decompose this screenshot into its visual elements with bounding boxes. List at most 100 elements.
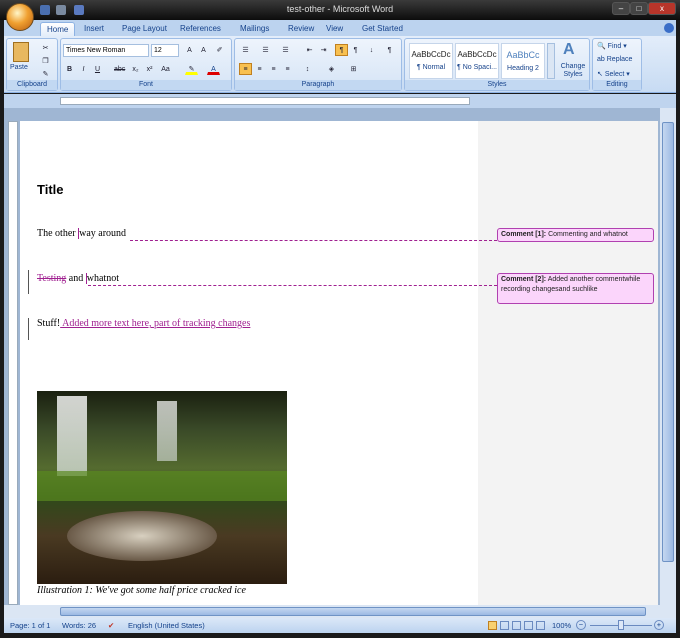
change-case-button[interactable]: Aa bbox=[159, 63, 172, 75]
minimize-button[interactable]: – bbox=[612, 2, 630, 15]
tab-get-started[interactable]: Get Started bbox=[356, 22, 409, 36]
shrink-font-icon[interactable]: A bbox=[197, 44, 210, 56]
style-normal[interactable]: AaBbCcDc ¶ Normal bbox=[409, 43, 453, 79]
print-layout-icon[interactable] bbox=[488, 621, 497, 630]
tab-insert[interactable]: Insert bbox=[78, 22, 110, 36]
status-bar: Page: 1 of 1 Words: 26 ✔ English (United… bbox=[4, 618, 676, 633]
font-family-select[interactable]: Times New Roman bbox=[63, 44, 149, 57]
word-count[interactable]: Words: 26 bbox=[62, 621, 96, 630]
horizontal-scroll-thumb[interactable] bbox=[60, 607, 646, 616]
style-preview: AaBbCcDc bbox=[457, 50, 497, 59]
maximize-button[interactable]: □ bbox=[630, 2, 648, 15]
multilevel-list-icon[interactable]: ☰ bbox=[279, 44, 292, 56]
decrease-indent-icon[interactable]: ⇤ bbox=[303, 44, 316, 56]
grow-font-icon[interactable]: A bbox=[183, 44, 196, 56]
font-color-icon[interactable]: A bbox=[207, 63, 220, 75]
undo-icon[interactable] bbox=[56, 5, 66, 15]
zoom-in-icon[interactable]: + bbox=[654, 620, 664, 630]
shading-icon[interactable]: ◈ bbox=[325, 63, 338, 75]
web-layout-icon[interactable] bbox=[512, 621, 521, 630]
text: and bbox=[66, 273, 86, 284]
tab-references[interactable]: References bbox=[174, 22, 227, 36]
underline-button[interactable]: U bbox=[91, 63, 104, 75]
center-icon[interactable]: ≡ bbox=[253, 63, 266, 75]
select-button[interactable]: ↖ Select ▾ bbox=[597, 70, 630, 78]
outline-icon[interactable] bbox=[524, 621, 533, 630]
tab-view[interactable]: View bbox=[320, 22, 349, 36]
styles-scroll[interactable] bbox=[547, 43, 555, 79]
document-title[interactable]: Title bbox=[37, 182, 64, 197]
copy-icon[interactable]: ❐ bbox=[39, 55, 52, 67]
font-size-select[interactable]: 12 bbox=[151, 44, 179, 57]
zoom-slider-thumb[interactable] bbox=[618, 620, 624, 630]
comment-2-leader bbox=[88, 285, 497, 286]
text: Stuff! bbox=[37, 318, 61, 329]
cut-icon[interactable]: ✂ bbox=[39, 42, 52, 54]
paragraph-2[interactable]: Testing and whatnot bbox=[37, 273, 119, 284]
moss bbox=[37, 471, 287, 501]
show-marks-icon[interactable]: ¶ bbox=[383, 44, 396, 56]
ribbon: Paste ✂ ❐ ✎ Clipboard Times New Roman 12… bbox=[4, 36, 676, 93]
paragraph-1[interactable]: The other way around bbox=[37, 228, 127, 239]
sort-icon[interactable]: ↓ bbox=[365, 44, 378, 56]
style-preview: AaBbCc bbox=[506, 50, 540, 60]
style-no-spacing[interactable]: AaBbCcDc ¶ No Spaci... bbox=[455, 43, 499, 79]
waterfall-image[interactable] bbox=[37, 391, 287, 584]
align-left-icon[interactable]: ≡ bbox=[239, 63, 252, 75]
comment-1[interactable]: Comment [1]: Commenting and whatnot bbox=[497, 228, 654, 242]
rtl-icon[interactable]: ¶ bbox=[349, 44, 362, 56]
subscript-button[interactable]: x₂ bbox=[129, 63, 142, 75]
bullets-icon[interactable]: ☰ bbox=[239, 44, 252, 56]
full-screen-icon[interactable] bbox=[500, 621, 509, 630]
office-button[interactable] bbox=[6, 3, 34, 31]
tab-review[interactable]: Review bbox=[282, 22, 320, 36]
borders-icon[interactable]: ⊞ bbox=[347, 63, 360, 75]
editing-label: Editing bbox=[593, 80, 641, 90]
align-right-icon[interactable]: ≡ bbox=[267, 63, 280, 75]
justify-icon[interactable]: ≡ bbox=[281, 63, 294, 75]
help-icon[interactable] bbox=[664, 23, 674, 33]
paragraph-3[interactable]: Stuff! Added more text here, part of tra… bbox=[37, 318, 250, 329]
highlight-icon[interactable]: ✎ bbox=[185, 63, 198, 75]
redo-icon[interactable] bbox=[74, 5, 84, 15]
ltr-icon[interactable]: ¶ bbox=[335, 44, 348, 56]
close-button[interactable]: x bbox=[648, 2, 676, 15]
line-spacing-icon[interactable]: ↕ bbox=[301, 63, 314, 75]
superscript-button[interactable]: x² bbox=[143, 63, 156, 75]
style-heading-2[interactable]: AaBbCc Heading 2 bbox=[501, 43, 545, 79]
image-caption[interactable]: Illustration 1: We've got some half pric… bbox=[37, 585, 246, 596]
numbering-icon[interactable]: ☰ bbox=[259, 44, 272, 56]
change-bar bbox=[28, 318, 29, 340]
zoom-out-icon[interactable]: − bbox=[576, 620, 586, 630]
find-button[interactable]: 🔍 Find ▾ bbox=[597, 42, 627, 50]
save-icon[interactable] bbox=[40, 5, 50, 15]
change-bar bbox=[28, 270, 29, 294]
language[interactable]: English (United States) bbox=[128, 621, 205, 630]
vertical-scroll-thumb[interactable] bbox=[662, 122, 674, 562]
tab-mailings[interactable]: Mailings bbox=[234, 22, 275, 36]
comment-2[interactable]: Comment [2]: Added another commentwhile … bbox=[497, 273, 654, 304]
proofing-icon[interactable]: ✔ bbox=[108, 621, 114, 630]
strikethrough-button[interactable]: abc bbox=[113, 63, 126, 75]
change-styles-button[interactable]: Change Styles bbox=[557, 63, 589, 79]
page-count[interactable]: Page: 1 of 1 bbox=[10, 621, 50, 630]
replace-button[interactable]: ab Replace bbox=[597, 56, 632, 63]
bold-button[interactable]: B bbox=[63, 63, 76, 75]
styles-label: Styles bbox=[405, 80, 589, 90]
format-painter-icon[interactable]: ✎ bbox=[39, 68, 52, 80]
ruler-scale bbox=[60, 97, 470, 105]
commented-text: way around bbox=[78, 228, 127, 239]
increase-indent-icon[interactable]: ⇥ bbox=[317, 44, 330, 56]
clear-format-icon[interactable]: ✐ bbox=[213, 44, 226, 56]
paste-button[interactable]: Paste bbox=[10, 64, 28, 71]
find-label: Find bbox=[607, 43, 622, 50]
italic-button[interactable]: I bbox=[77, 63, 90, 75]
tab-home[interactable]: Home bbox=[40, 22, 76, 36]
paste-icon[interactable] bbox=[13, 42, 29, 62]
draft-icon[interactable] bbox=[536, 621, 545, 630]
paragraph-group: ☰ ☰ ☰ ⇤ ⇥ ¶ ¶ ↓ ¶ ≡ ≡ ≡ ≡ ↕ ◈ ⊞ Paragrap… bbox=[234, 38, 402, 91]
change-styles-icon[interactable]: A bbox=[563, 41, 575, 59]
zoom-level[interactable]: 100% bbox=[552, 621, 571, 630]
comment-text: Commenting and whatnot bbox=[548, 231, 628, 238]
tab-page-layout[interactable]: Page Layout bbox=[116, 22, 173, 36]
